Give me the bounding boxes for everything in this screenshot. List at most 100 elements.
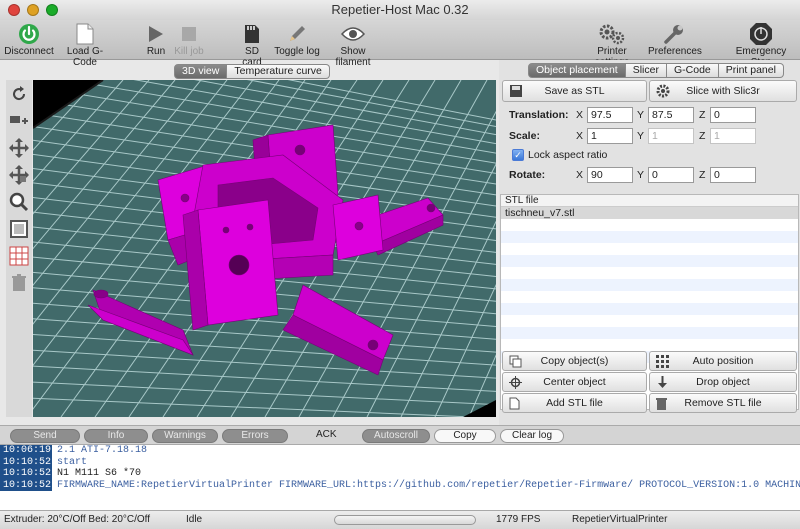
log-message: FIRMWARE_NAME:RepetierVirtualPrinter FIR… <box>57 479 800 491</box>
rotate-x-input[interactable] <box>587 167 633 183</box>
rotate-z-input[interactable] <box>710 167 756 183</box>
copy-objects-label: Copy object(s) <box>540 355 609 367</box>
copy-objects-button[interactable]: Copy object(s) <box>502 351 647 371</box>
save-as-stl-button[interactable]: Save as STL <box>502 80 647 102</box>
translation-z-input[interactable] <box>710 107 756 123</box>
show-filament-button[interactable]: Show filament <box>324 22 382 68</box>
slice-with-slic3r-button[interactable]: Slice with Slic3r <box>649 80 797 102</box>
eye-icon <box>341 27 365 41</box>
log-line: 10:10:52 FIRMWARE_NAME:RepetierVirtualPr… <box>0 479 800 491</box>
minimize-window-button[interactable] <box>27 4 39 16</box>
drop-object-button[interactable]: Drop object <box>649 372 797 392</box>
connection-state: Idle <box>186 514 203 525</box>
run-button[interactable]: Run <box>142 22 170 57</box>
job-progress-bar <box>334 515 476 525</box>
window-controls <box>8 4 58 16</box>
gear-icon <box>656 84 670 98</box>
scale-y-axis-label: Y <box>637 130 645 142</box>
empty-row <box>501 267 798 279</box>
scale-y-input <box>648 128 694 144</box>
translation-y-input[interactable] <box>648 107 694 123</box>
zoom-button[interactable] <box>8 191 30 213</box>
empty-row <box>501 327 798 339</box>
tab-3d-view[interactable]: 3D view <box>174 64 228 79</box>
empty-row <box>501 279 798 291</box>
log-console[interactable]: 10:06:19 2.1 ATI-7.18.18 10:10:52 start … <box>0 444 800 510</box>
disconnect-button[interactable]: Disconnect <box>4 22 54 57</box>
sd-card-icon <box>245 25 259 43</box>
3d-viewport[interactable] <box>33 80 496 417</box>
empty-row <box>501 255 798 267</box>
center-object-label: Center object <box>543 376 606 388</box>
sd-card-button[interactable]: SD card <box>234 22 270 68</box>
remove-stl-file-button[interactable]: Remove STL file <box>649 393 797 413</box>
copy-log-button[interactable]: Copy <box>434 429 496 443</box>
lock-aspect-ratio-checkbox[interactable]: ✓ Lock aspect ratio <box>512 149 607 161</box>
auto-position-button[interactable]: Auto position <box>649 351 797 371</box>
info-filter-toggle[interactable]: Info <box>84 429 148 443</box>
log-timestamp: 10:10:52 <box>0 468 52 480</box>
preferences-button[interactable]: Preferences <box>648 22 702 57</box>
view-tabs: 3D view Temperature curve <box>174 64 330 79</box>
grid-icon <box>9 246 29 266</box>
log-line: 10:06:19 2.1 ATI-7.18.18 <box>0 445 800 457</box>
disconnect-label: Disconnect <box>4 46 54 57</box>
stl-list-header: STL file <box>501 195 798 207</box>
scale-z-axis-label: Z <box>699 130 706 142</box>
camera-move-icon <box>10 116 28 124</box>
send-filter-toggle[interactable]: Send <box>10 429 80 443</box>
crosshair-icon <box>509 376 522 389</box>
kill-job-button[interactable]: Kill job <box>172 22 206 57</box>
save-as-stl-label: Save as STL <box>544 85 605 97</box>
zoom-window-button[interactable] <box>46 4 58 16</box>
grid-view-button[interactable] <box>8 245 30 267</box>
remove-stl-file-label: Remove STL file <box>684 397 762 409</box>
reset-view-button[interactable] <box>8 83 30 105</box>
gears-icon <box>599 24 625 45</box>
kill-job-label: Kill job <box>174 46 204 57</box>
center-object-button[interactable]: Center object <box>502 372 647 392</box>
rotate-z-axis-label: Z <box>699 169 706 181</box>
log-message: start <box>57 456 88 468</box>
move-camera-button[interactable] <box>8 137 30 159</box>
add-stl-file-button[interactable]: Add STL file <box>502 393 647 413</box>
grid-dots-icon <box>656 355 669 368</box>
tab-slicer[interactable]: Slicer <box>625 63 667 78</box>
move-arrows-icon <box>9 138 29 158</box>
rotate-y-input[interactable] <box>648 167 694 183</box>
log-timestamp: 10:06:19 <box>0 445 52 457</box>
translation-x-input[interactable] <box>587 107 633 123</box>
errors-filter-toggle[interactable]: Errors <box>222 429 288 443</box>
close-window-button[interactable] <box>8 4 20 16</box>
rotate-camera-button[interactable] <box>8 110 30 132</box>
top-view-button[interactable] <box>8 218 30 240</box>
scale-x-input[interactable] <box>587 128 633 144</box>
ack-filter-toggle[interactable]: ACK <box>316 429 337 440</box>
clear-log-button[interactable]: Clear log <box>500 429 564 443</box>
load-gcode-button[interactable]: Load G-Code <box>56 22 114 68</box>
emergency-stop-icon <box>750 23 772 45</box>
log-timestamp: 10:10:52 <box>0 456 52 468</box>
arrow-down-icon <box>658 376 667 388</box>
power-icon <box>19 24 39 44</box>
autoscroll-toggle[interactable]: Autoscroll <box>362 429 430 443</box>
delete-object-button[interactable] <box>8 272 30 294</box>
tab-gcode[interactable]: G-Code <box>666 63 719 78</box>
tab-temperature-curve[interactable]: Temperature curve <box>227 64 330 79</box>
slice-with-slic3r-label: Slice with Slic3r <box>686 85 760 97</box>
warnings-filter-toggle[interactable]: Warnings <box>152 429 218 443</box>
move-object-button[interactable] <box>8 164 30 186</box>
tab-print-panel[interactable]: Print panel <box>718 63 784 78</box>
status-bar: Extruder: 20°C/Off Bed: 20°C/Off Idle 17… <box>0 510 800 529</box>
stl-list-item[interactable]: tischneu_v7.stl <box>501 207 798 219</box>
main-toolbar: Disconnect Load G-Code Run Kill job SD c… <box>0 20 800 68</box>
scale-label: Scale: <box>509 130 540 142</box>
right-panel: Object placement Slicer G-Code Print pan… <box>499 60 800 425</box>
log-line: 10:10:52 N1 M111 S6 *70 <box>0 468 800 480</box>
translation-label: Translation: <box>509 109 569 121</box>
empty-row <box>501 243 798 255</box>
toggle-log-button[interactable]: Toggle log <box>274 22 320 57</box>
scale-z-input <box>710 128 756 144</box>
log-message: 2.1 ATI-7.18.18 <box>57 445 148 456</box>
tab-object-placement[interactable]: Object placement <box>528 63 626 78</box>
